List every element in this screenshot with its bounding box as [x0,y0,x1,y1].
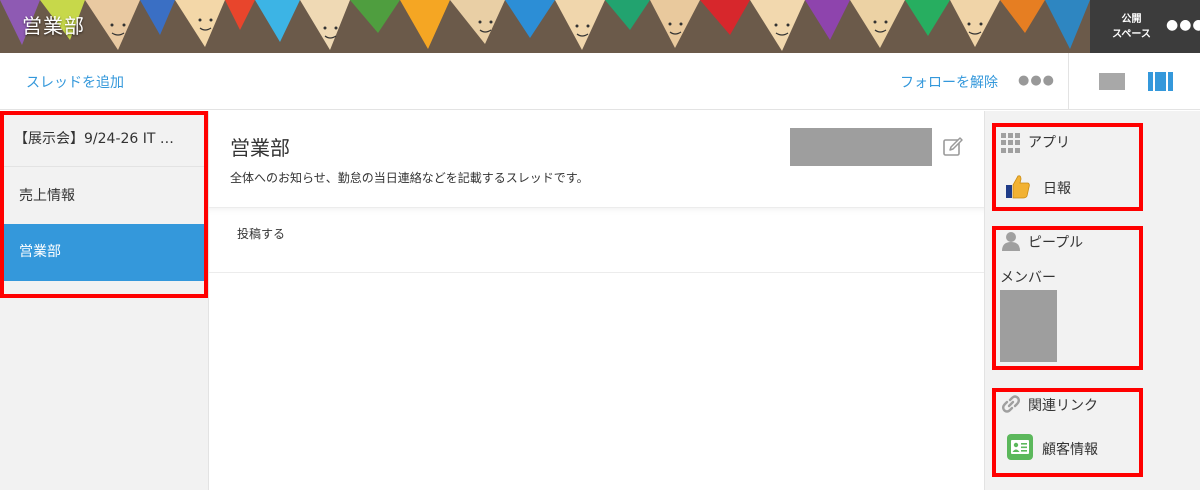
unfollow-link[interactable]: フォローを解除 [900,72,998,92]
thread-list: 【展示会】9/24-26 IT … 売上情報 営業部 [0,111,209,490]
public-label-line2: スペース [1112,29,1151,40]
public-space-label: 公開 スペース [1104,12,1159,42]
space-title: 営業部 [22,14,85,38]
post-composer[interactable]: 投稿する [209,207,984,273]
related-links-heading: 関連リンク [1028,398,1098,414]
thread-description: 全体へのお知らせ、勤怠の当日連絡などを記載するスレッドです。 [230,171,589,185]
members-label: メンバー [1000,270,1056,286]
apps-heading: アプリ [1028,135,1070,151]
contact-card-icon [1007,434,1033,460]
single-column-layout-icon[interactable] [1099,73,1125,90]
people-heading: ピープル [1028,235,1084,251]
edit-icon[interactable] [942,136,964,158]
redacted-block [790,128,932,166]
toolbar-more-button[interactable]: ●●● [1018,69,1054,93]
thread-item-sales-info[interactable]: 売上情報 [0,168,208,224]
toolbar-divider [1068,53,1069,110]
header-more-button[interactable]: ●●● [1166,13,1200,37]
right-panel: アプリ 日報 ピープル メンバー 関連リンク 顧客情報 [984,111,1200,490]
thread-item-sales-dept[interactable]: 営業部 [0,224,208,281]
multi-column-layout-icon[interactable] [1148,72,1173,91]
thumbs-up-icon [1006,175,1030,199]
banner-image [0,0,1090,53]
link-chain-icon [1002,395,1020,413]
related-link-customer-info[interactable]: 顧客情報 [1042,439,1098,459]
person-icon [1002,232,1020,251]
add-thread-link[interactable]: スレッドを追加 [26,72,124,92]
thread-title: 営業部 [230,136,290,160]
app-item-daily-report[interactable]: 日報 [1043,178,1071,198]
app-grid-icon [1001,133,1021,153]
public-label-line1: 公開 [1121,14,1142,25]
public-space-panel: 公開 スペース ●●● [1090,0,1200,53]
thread-item-exhibition[interactable]: 【展示会】9/24-26 IT … [0,111,208,167]
thread-main: 営業部 全体へのお知らせ、勤怠の当日連絡などを記載するスレッドです。 投稿する [209,111,984,490]
post-button[interactable]: 投稿する [237,225,285,242]
toolbar: スレッドを追加 フォローを解除 ●●● [0,53,1200,110]
space-header: 営業部 公開 スペース ●●● [0,0,1200,53]
member-avatar[interactable] [1000,290,1057,362]
